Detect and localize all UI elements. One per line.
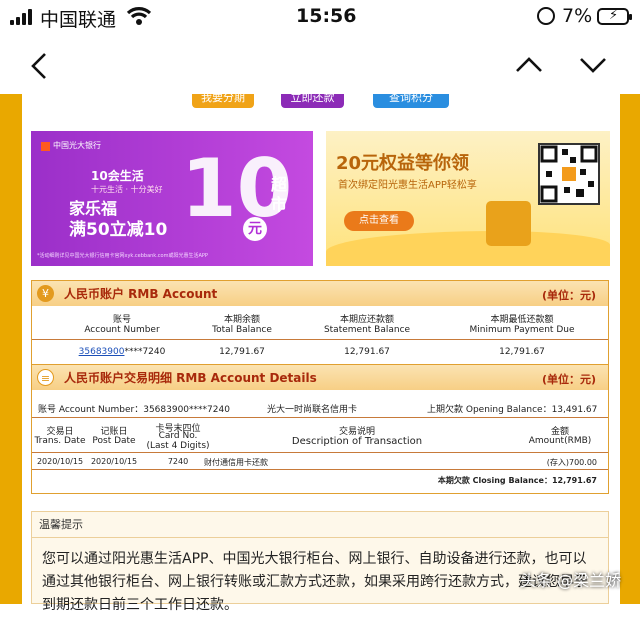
account-mask: ****7240 — [124, 347, 166, 357]
divider — [32, 469, 608, 470]
col-account-en: Account Number — [84, 325, 160, 335]
view-button[interactable]: 点击查看 — [344, 211, 414, 231]
rights-subtitle: 首次绑定阳光惠生活APP轻松享 — [338, 180, 477, 191]
deal-text: 满50立减10 — [69, 220, 168, 240]
desc-value: 财付通信用卡还款 — [204, 458, 268, 467]
battery-icon: ⚡ — [597, 8, 632, 25]
amount-value: (存入)700.00 — [546, 458, 597, 467]
yen-icon: ¥ — [37, 285, 54, 302]
yuan-badge: 元 — [243, 217, 267, 241]
installment-button[interactable]: 我要分期 — [192, 94, 254, 108]
down-chevron-icon[interactable] — [579, 56, 607, 74]
promo-slogan: 10会生活 — [91, 169, 144, 183]
col-desc-en: Description of Transaction — [291, 436, 423, 447]
rights-banner[interactable]: 20元权益等你领 首次绑定阳光惠生活APP轻松享 点击查看 — [326, 131, 610, 266]
bank-logo-icon — [41, 142, 50, 151]
col-trans-date-en: Trans. Date — [34, 436, 86, 446]
unit-label: (单位：元) — [541, 289, 596, 302]
rmb-details-title: 人民币账户交易明细 RMB Account Details — [64, 371, 317, 385]
statement-balance-value: 12,791.67 — [344, 347, 390, 357]
wifi-icon — [126, 5, 152, 31]
divider — [32, 339, 608, 340]
rotation-lock-icon — [537, 7, 555, 25]
col-amount-en: Amount(RMB) — [528, 436, 592, 446]
query-points-button[interactable]: 查询积分 — [373, 94, 449, 108]
divider — [32, 452, 608, 453]
tips-title: 温馨提示 — [32, 512, 608, 538]
up-chevron-icon[interactable] — [515, 56, 543, 74]
bank-logo-text: 中国光大银行 — [53, 141, 101, 150]
rmb-account-header: ¥ 人民币账户 RMB Account (单位：元) — [32, 281, 608, 306]
trans-date-value: 2020/10/15 — [36, 457, 84, 466]
statement-page: 我要分期 立即还款 查询积分 中国光大银行 10会生活 十元生活 · 十分美好 … — [22, 94, 620, 613]
opening-balance: 上期欠款 Opening Balance：13,491.67 — [427, 405, 598, 415]
clock: 15:56 — [296, 5, 357, 27]
action-buttons: 我要分期 立即还款 查询积分 — [22, 94, 620, 112]
status-bar: 中国联通 15:56 7% ⚡ — [0, 0, 640, 36]
nav-bar — [0, 40, 640, 92]
promo-subslogan: 十元生活 · 十分美好 — [91, 185, 163, 194]
minimum-payment-value: 12,791.67 — [499, 347, 545, 357]
col-total-en: Total Balance — [212, 325, 272, 335]
carrier-name: 中国联通 — [40, 9, 117, 31]
col-statement-en: Statement Balance — [323, 325, 411, 335]
closing-balance: 本期欠款 Closing Balance：12,791.67 — [437, 476, 597, 485]
supermarket-label: 超市 — [271, 175, 288, 214]
col-statement-cn: 本期应还款额 — [339, 315, 394, 325]
rmb-account-title: 人民币账户 RMB Account — [64, 287, 218, 301]
signal-icon — [10, 9, 32, 25]
post-date-value: 2020/10/15 — [90, 457, 138, 466]
list-icon: ≡ — [37, 369, 54, 386]
col-minimum-cn: 本期最低还款额 — [490, 315, 554, 325]
watermark: 头条 @梁兰娇 — [520, 571, 622, 590]
banner-note: *活动细则详见中国光大银行信用卡官网xyk.cebbank.com或阳光惠生活A… — [37, 253, 208, 259]
details-account: 账号 Account Number：35683900****7240 — [38, 405, 230, 415]
rmb-details-header: ≡ 人民币账户交易明细 RMB Account Details (单位：元) — [32, 365, 608, 390]
rmb-account-section: ¥ 人民币账户 RMB Account (单位：元) 账号 Account Nu… — [31, 280, 609, 370]
account-cell: 35683900****7240 — [67, 347, 177, 357]
divider — [32, 417, 608, 418]
carrefour-banner[interactable]: 中国光大银行 10会生活 十元生活 · 十分美好 家乐福 满50立减10 10 … — [31, 131, 313, 266]
battery-percent: 7% — [562, 5, 593, 27]
back-chevron-icon[interactable] — [30, 52, 48, 80]
col-post-date-en: Post Date — [92, 436, 136, 446]
rights-title: 20元权益等你领 — [336, 153, 470, 174]
repay-now-button[interactable]: 立即还款 — [281, 94, 344, 108]
col-card-en: Card No. — [158, 431, 198, 441]
account-number-link[interactable]: 35683900 — [79, 347, 125, 357]
card-name: 光大一时尚联名信用卡 — [267, 405, 358, 415]
col-account-cn: 账号 — [112, 315, 131, 325]
details-unit-label: (单位：元) — [541, 373, 596, 386]
rmb-details-section: ≡ 人民币账户交易明细 RMB Account Details (单位：元) 账… — [31, 364, 609, 494]
col-card-en-2: (Last 4 Digits) — [146, 441, 210, 451]
total-balance-value: 12,791.67 — [219, 347, 265, 357]
qr-code-icon — [538, 143, 600, 205]
col-total-cn: 本期余额 — [223, 315, 260, 325]
col-minimum-en: Minimum Payment Due — [469, 325, 575, 335]
gift-box-icon — [486, 201, 531, 246]
